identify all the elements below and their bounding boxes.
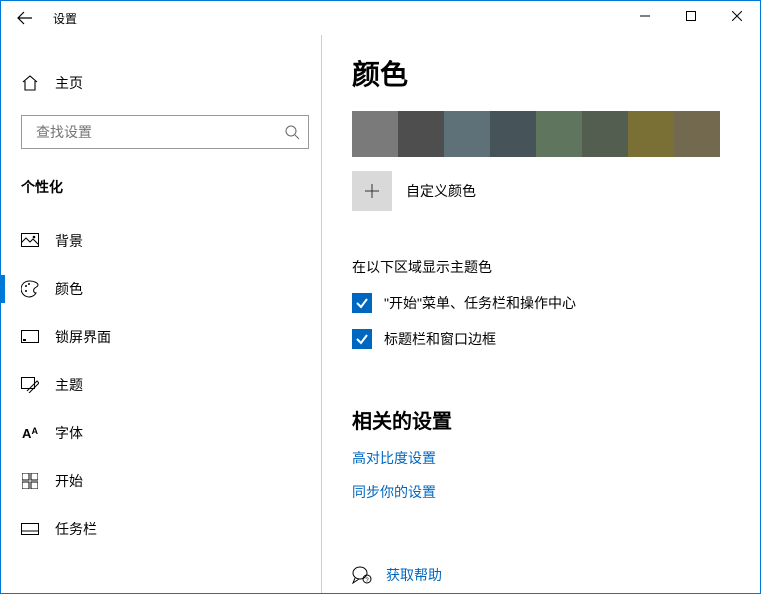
sidebar-item-label: 字体 bbox=[55, 423, 83, 443]
sidebar-item-fonts[interactable]: AA 字体 bbox=[21, 413, 309, 453]
close-icon bbox=[732, 11, 742, 21]
back-button[interactable] bbox=[1, 1, 49, 35]
themes-icon bbox=[21, 377, 39, 393]
link-get-help[interactable]: 获取帮助 bbox=[386, 565, 442, 585]
check-start-taskbar[interactable]: "开始"菜单、任务栏和操作中心 bbox=[352, 293, 730, 313]
sidebar: 主页 个性化 背景 颜色 锁屏界面 bbox=[1, 35, 321, 593]
plus-icon bbox=[364, 183, 380, 199]
search-box[interactable] bbox=[21, 115, 309, 149]
home-label: 主页 bbox=[55, 73, 83, 93]
close-button[interactable] bbox=[714, 1, 760, 31]
color-swatch[interactable] bbox=[628, 111, 674, 157]
minimize-icon bbox=[640, 11, 650, 21]
sidebar-item-label: 开始 bbox=[55, 471, 83, 491]
related-heading: 相关的设置 bbox=[352, 405, 730, 434]
sidebar-item-taskbar[interactable]: 任务栏 bbox=[21, 509, 309, 549]
sidebar-item-background[interactable]: 背景 bbox=[21, 221, 309, 261]
accent-section-label: 在以下区域显示主题色 bbox=[352, 257, 730, 277]
sidebar-item-themes[interactable]: 主题 bbox=[21, 365, 309, 405]
custom-color-button[interactable] bbox=[352, 171, 392, 211]
palette-icon bbox=[21, 280, 39, 298]
titlebar: 设置 bbox=[1, 1, 760, 35]
taskbar-icon bbox=[21, 523, 39, 535]
fonts-icon: A bbox=[22, 426, 31, 441]
check-icon bbox=[355, 332, 369, 346]
home-icon bbox=[21, 74, 39, 92]
window-controls bbox=[622, 1, 760, 31]
link-high-contrast[interactable]: 高对比度设置 bbox=[352, 448, 730, 468]
sidebar-item-label: 锁屏界面 bbox=[55, 327, 111, 347]
window-title: 设置 bbox=[53, 10, 77, 27]
checkbox-icon bbox=[352, 329, 372, 349]
sidebar-item-label: 主题 bbox=[55, 375, 83, 395]
home-link[interactable]: 主页 bbox=[21, 63, 309, 103]
picture-icon bbox=[21, 233, 39, 249]
check-label: 标题栏和窗口边框 bbox=[384, 329, 496, 349]
sidebar-item-label: 背景 bbox=[55, 231, 83, 251]
minimize-button[interactable] bbox=[622, 1, 668, 31]
color-swatch[interactable] bbox=[582, 111, 628, 157]
lockscreen-icon bbox=[21, 330, 39, 344]
sidebar-item-label: 颜色 bbox=[55, 279, 83, 299]
arrow-left-icon bbox=[17, 10, 33, 26]
color-swatches bbox=[352, 111, 730, 157]
sidebar-item-start[interactable]: 开始 bbox=[21, 461, 309, 501]
color-swatch[interactable] bbox=[398, 111, 444, 157]
color-swatch[interactable] bbox=[444, 111, 490, 157]
search-input[interactable] bbox=[34, 123, 284, 141]
custom-color-label: 自定义颜色 bbox=[406, 181, 476, 201]
sidebar-item-label: 任务栏 bbox=[55, 519, 97, 539]
checkbox-icon bbox=[352, 293, 372, 313]
check-titlebars[interactable]: 标题栏和窗口边框 bbox=[352, 329, 730, 349]
color-swatch[interactable] bbox=[490, 111, 536, 157]
page-title: 颜色 bbox=[352, 53, 730, 93]
color-swatch[interactable] bbox=[674, 111, 720, 157]
sidebar-item-lockscreen[interactable]: 锁屏界面 bbox=[21, 317, 309, 357]
search-icon bbox=[284, 124, 300, 140]
color-swatch[interactable] bbox=[352, 111, 398, 157]
nav-list: 背景 颜色 锁屏界面 主题 AA 字体 bbox=[21, 221, 309, 557]
link-sync-settings[interactable]: 同步你的设置 bbox=[352, 482, 730, 502]
color-swatch[interactable] bbox=[536, 111, 582, 157]
maximize-icon bbox=[686, 11, 696, 21]
sidebar-item-colors[interactable]: 颜色 bbox=[21, 269, 309, 309]
category-heading: 个性化 bbox=[21, 177, 309, 197]
help-icon: ? bbox=[352, 566, 372, 584]
check-icon bbox=[355, 296, 369, 310]
maximize-button[interactable] bbox=[668, 1, 714, 31]
check-label: "开始"菜单、任务栏和操作中心 bbox=[384, 293, 576, 313]
main-content: 颜色 自定义颜色 在以下区域显示主题色 "开始"菜单、任务栏和操作中心 标题栏和… bbox=[322, 35, 760, 593]
start-icon bbox=[22, 473, 38, 489]
